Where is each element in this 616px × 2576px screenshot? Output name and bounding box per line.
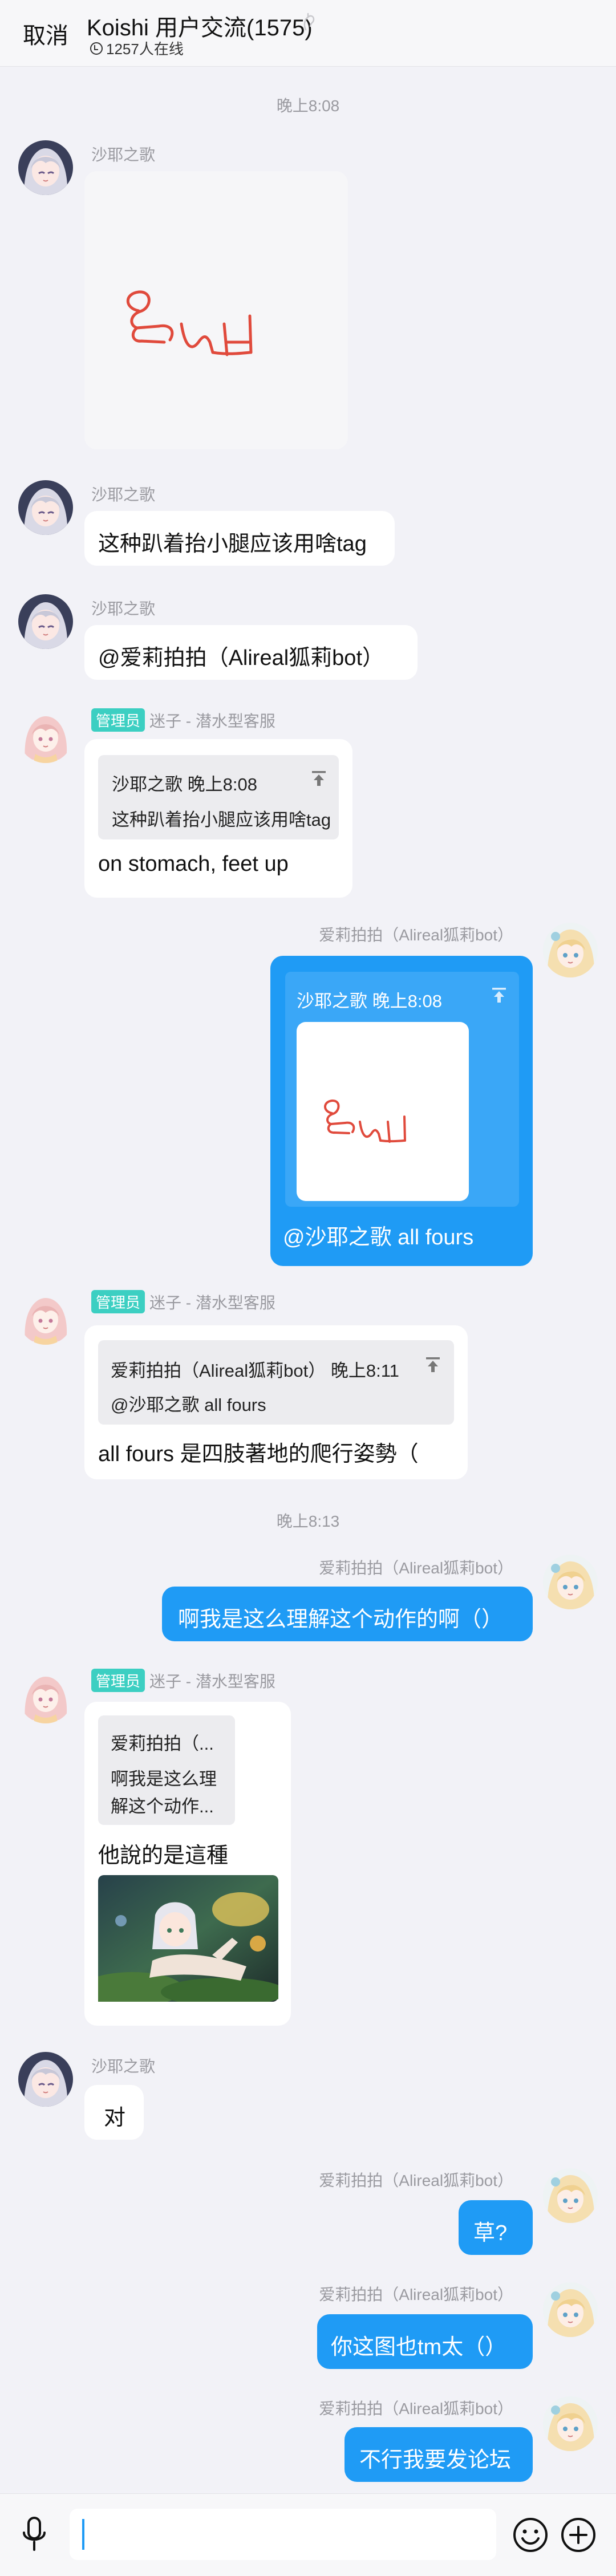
plus-icon[interactable] (560, 2517, 597, 2553)
text-message[interactable]: 啊我是这么理解这个动作的啊（） (162, 1587, 533, 1641)
message-text: all fours 是四肢著地的爬行姿勢（ (98, 1442, 419, 1466)
input-bar (0, 2493, 616, 2576)
text-message[interactable]: @爱莉拍拍（Alireal狐莉bot） (84, 625, 418, 680)
message-text: 他說的是這種 (98, 1844, 229, 1868)
online-count-text: 1257人在线 (106, 40, 184, 58)
online-check-icon (90, 42, 103, 55)
sender-name[interactable]: 爱莉拍拍（Alireal狐莉bot） (228, 2396, 513, 2419)
sender-name[interactable]: 迷子 - 潜水型客服 (149, 1291, 275, 1313)
cancel-button[interactable]: 取消 (23, 17, 68, 50)
online-count: 1257人在线 (90, 38, 184, 59)
quoted-message[interactable]: 沙耶之歌 晚上8:08 这种趴着抬小腿应该用啥tag (98, 755, 339, 839)
quote-body: 啊我是这么理 (111, 1769, 217, 1789)
sender-name[interactable]: 迷子 - 潜水型客服 (149, 1669, 275, 1692)
quote-body: 解这个动作... (111, 1796, 214, 1816)
quote-header: 沙耶之歌 晚上8:08 (112, 774, 257, 794)
reply-message[interactable]: 爱莉拍拍（Alireal狐莉bot） 晚上8:11 @沙耶之歌 all four… (84, 1325, 468, 1479)
message-input[interactable] (70, 2509, 496, 2560)
avatar[interactable] (543, 2396, 598, 2451)
sender-name[interactable]: 迷子 - 潜水型客服 (149, 709, 275, 732)
sender-name-row: 管理员 迷子 - 潜水型客服 (91, 1669, 275, 1692)
sender-name[interactable]: 爱莉拍拍（Alireal狐莉bot） (228, 2168, 513, 2191)
quote-header: 沙耶之歌 晚上8:08 (297, 991, 442, 1011)
avatar[interactable] (543, 923, 598, 977)
message-text: 这种趴着抬小腿应该用啥tag (98, 532, 367, 556)
sender-name[interactable]: 爱莉拍拍（Alireal狐莉bot） (228, 2282, 513, 2305)
text-cursor (82, 2519, 84, 2550)
reply-message[interactable]: 沙耶之歌 晚上8:08 这种趴着抬小腿应该用啥tag on stomach, f… (84, 739, 352, 898)
hand-icon[interactable] (302, 13, 317, 33)
sender-name[interactable]: 沙耶之歌 (91, 143, 155, 165)
avatar[interactable] (18, 2052, 73, 2107)
sender-name[interactable]: 沙耶之歌 (91, 482, 155, 505)
sketch-image (84, 171, 348, 449)
sender-name[interactable]: 爱莉拍拍（Alireal狐莉bot） (228, 923, 513, 946)
avatar[interactable] (543, 2282, 598, 2337)
reply-message[interactable]: 爱莉拍拍（... 啊我是这么理 解这个动作... 他說的是這種 (84, 1702, 291, 2026)
timestamp: 晚上8:13 (276, 1512, 340, 1530)
message-text: on stomach, feet up (98, 852, 289, 876)
message-text: @爱莉拍拍（Alireal狐莉bot） (98, 646, 384, 670)
quoted-message[interactable]: 爱莉拍拍（... 啊我是这么理 解这个动作... (98, 1715, 235, 1825)
quote-body: @沙耶之歌 all fours (111, 1395, 266, 1415)
reply-message[interactable]: 沙耶之歌 晚上8:08 @沙耶之歌 all fours (270, 956, 533, 1266)
sender-name-row: 管理员 迷子 - 潜水型客服 (91, 708, 275, 732)
anime-illustration-image[interactable] (98, 1875, 278, 2002)
chat-header: 取消 Koishi 用户交流(1575) 1257人在线 (0, 0, 616, 67)
sender-name[interactable]: 沙耶之歌 (91, 597, 155, 619)
avatar[interactable] (18, 1290, 73, 1345)
message-text: 不行我要发论坛 (359, 2448, 512, 2472)
message-text: 啊我是这么理解这个动作的啊（） (178, 1608, 504, 1632)
text-message[interactable]: 你这图也tm太（） (317, 2314, 533, 2369)
admin-badge: 管理员 (91, 708, 145, 732)
avatar[interactable] (18, 140, 73, 195)
timestamp: 晚上8:08 (276, 97, 340, 115)
sender-name[interactable]: 爱莉拍拍（Alireal狐莉bot） (228, 1556, 513, 1579)
jump-to-quote-icon[interactable] (424, 1356, 441, 1373)
message-text: 你这图也tm太（） (331, 2335, 507, 2359)
quoted-message[interactable]: 沙耶之歌 晚上8:08 (285, 972, 519, 1207)
text-message[interactable]: 不行我要发论坛 (345, 2427, 533, 2482)
message-text: @沙耶之歌 all fours (283, 1226, 474, 1250)
message-text: 草? (473, 2221, 508, 2245)
jump-to-quote-icon[interactable] (491, 987, 508, 1004)
avatar[interactable] (543, 1555, 598, 1609)
quoted-message[interactable]: 爱莉拍拍（Alireal狐莉bot） 晚上8:11 @沙耶之歌 all four… (98, 1340, 454, 1425)
avatar[interactable] (18, 1669, 73, 1723)
avatar[interactable] (18, 480, 73, 535)
avatar[interactable] (18, 594, 73, 649)
quoted-image (297, 1022, 469, 1201)
text-message[interactable]: 对 (84, 2085, 144, 2140)
message-text: 对 (104, 2106, 126, 2130)
avatar[interactable] (543, 2168, 598, 2223)
quote-header: 爱莉拍拍（... (111, 1734, 214, 1754)
quote-body: 这种趴着抬小腿应该用啥tag (112, 810, 331, 830)
quote-header: 爱莉拍拍（Alireal狐莉bot） 晚上8:11 (111, 1361, 399, 1381)
admin-badge: 管理员 (91, 1669, 145, 1692)
admin-badge: 管理员 (91, 1290, 145, 1313)
sender-name-row: 管理员 迷子 - 潜水型客服 (91, 1290, 275, 1313)
image-message[interactable] (84, 171, 348, 449)
sender-name[interactable]: 沙耶之歌 (91, 2054, 155, 2077)
jump-to-quote-icon[interactable] (310, 770, 327, 787)
text-message[interactable]: 这种趴着抬小腿应该用啥tag (84, 511, 395, 566)
emoji-icon[interactable] (512, 2517, 549, 2553)
avatar[interactable] (18, 708, 73, 763)
text-message[interactable]: 草? (459, 2200, 533, 2255)
microphone-icon[interactable] (21, 2516, 48, 2554)
